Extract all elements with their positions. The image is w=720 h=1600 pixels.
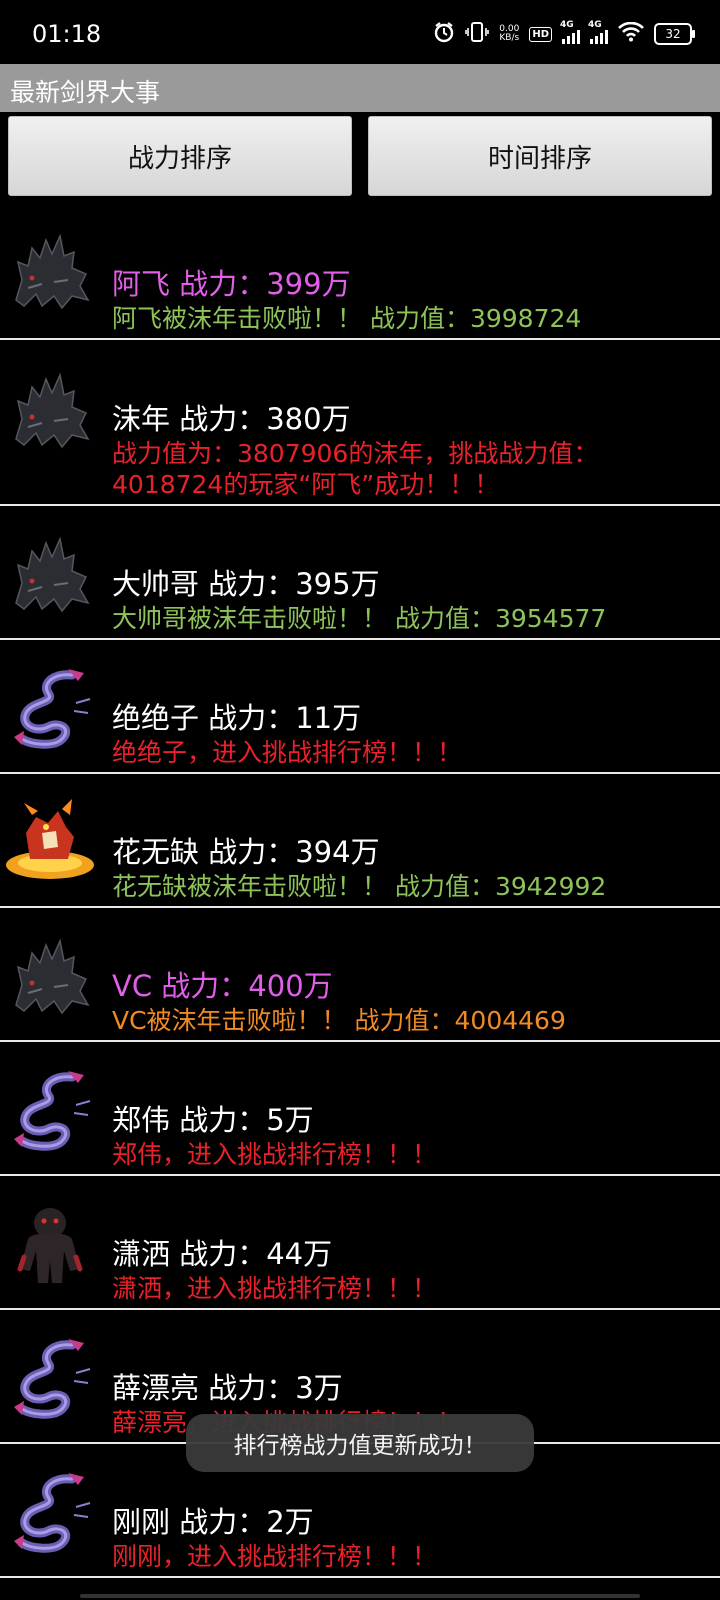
fire-beast-icon — [2, 793, 98, 889]
list-item[interactable]: 郑伟 战力：5万郑伟，进入挑战排行榜！！！ — [0, 1042, 720, 1176]
battery-icon: 32 — [654, 23, 695, 45]
home-indicator[interactable] — [80, 1594, 640, 1598]
purple-dragon-icon — [2, 659, 98, 755]
list-item[interactable]: 阿飞 战力：399万阿飞被沫年击败啦！！ 战力值：3998724 — [0, 200, 720, 340]
signal-sim2-icon: 4G — [588, 20, 608, 44]
event-message: 刚刚，进入挑战排行榜！！！ — [112, 1542, 438, 1571]
event-list[interactable]: 阿飞 战力：399万 阿飞被沫年击败啦！！ 战力值：3998724 沫年 战力：38… — [0, 200, 720, 1578]
sort-by-power-button[interactable]: 战力排序 — [8, 116, 352, 196]
purple-dragon-icon — [2, 1463, 98, 1559]
player-name-power: VC 战力：400万 — [112, 969, 333, 1003]
toast-message: 排行榜战力值更新成功！ — [186, 1414, 534, 1472]
event-message: 大帅哥被沫年击败啦！！ 战力值：3954577 — [112, 604, 607, 633]
event-message: VC被沫年击败啦！！ 战力值：4004469 — [112, 1006, 566, 1035]
shadow-golem-icon — [2, 1195, 98, 1291]
alarm-icon — [433, 21, 455, 47]
player-name-power: 潇洒 战力：44万 — [112, 1237, 333, 1271]
status-icons: 0.00 KB/s HD 4G 4G 32 — [433, 20, 695, 48]
player-name-power: 绝绝子 战力：11万 — [112, 701, 362, 735]
vibrate-icon — [465, 21, 490, 47]
dark-beast-icon — [2, 525, 98, 621]
net-speed: 0.00 KB/s — [499, 24, 520, 43]
player-name-power: 刚刚 战力：2万 — [112, 1505, 314, 1539]
event-message: 4018724的玩家“阿飞”成功！！！ — [112, 470, 500, 499]
event-message: 阿飞被沫年击败啦！！ 战力值：3998724 — [112, 304, 582, 333]
player-name-power: 沫年 战力：380万 — [112, 402, 351, 436]
title-bar: 最新剑界大事 — [0, 64, 720, 112]
list-item[interactable]: VC 战力：400万 VC被沫年击败啦！！ 战力值：4004469 — [0, 908, 720, 1042]
player-name-power: 花无缺 战力：394万 — [112, 835, 380, 869]
list-item[interactable]: 绝绝子 战力：11万绝绝子，进入挑战排行榜！！！ — [0, 640, 720, 774]
hd-voice-icon: HD — [529, 26, 552, 42]
signal-sim1-icon: 4G — [560, 20, 580, 44]
wifi-icon — [618, 21, 644, 46]
player-name-power: 大帅哥 战力：395万 — [112, 567, 380, 601]
dark-beast-icon — [2, 222, 98, 318]
list-item[interactable]: 花无缺 战力：394万花无缺被沫年击败啦！！ 战力值：3942992 — [0, 774, 720, 908]
event-message: 潇洒，进入挑战排行榜！！！ — [112, 1274, 438, 1303]
dark-beast-icon — [2, 927, 98, 1023]
status-bar: 01:18 0.00 KB/s HD 4G 4G 32 — [0, 0, 720, 64]
clock: 01:18 — [32, 20, 102, 48]
event-message: 郑伟，进入挑战排行榜！！！ — [112, 1140, 438, 1169]
player-name-power: 郑伟 战力：5万 — [112, 1103, 314, 1137]
purple-dragon-icon — [2, 1329, 98, 1425]
list-item[interactable]: 潇洒 战力：44万潇洒，进入挑战排行榜！！！ — [0, 1176, 720, 1310]
list-item[interactable]: 大帅哥 战力：395万大帅哥被沫年击败啦！！ 战力值：3954577 — [0, 506, 720, 640]
list-item[interactable]: 沫年 战力：380万战力值为：3807906的沫年，挑战战力值： 4018724的… — [0, 340, 720, 506]
event-message: 战力值为：3807906的沫年，挑战战力值： — [112, 439, 599, 468]
event-message: 花无缺被沫年击败啦！！ 战力值：3942992 — [112, 872, 607, 901]
page-title: 最新剑界大事 — [10, 78, 161, 107]
sort-by-time-button[interactable]: 时间排序 — [368, 116, 712, 196]
player-name-power: 薛漂亮 战力：3万 — [112, 1371, 343, 1405]
dark-beast-icon — [2, 361, 98, 457]
event-message: 绝绝子，进入挑战排行榜！！！ — [112, 738, 463, 767]
player-name-power: 阿飞 战力：399万 — [112, 267, 351, 301]
purple-dragon-icon — [2, 1061, 98, 1157]
